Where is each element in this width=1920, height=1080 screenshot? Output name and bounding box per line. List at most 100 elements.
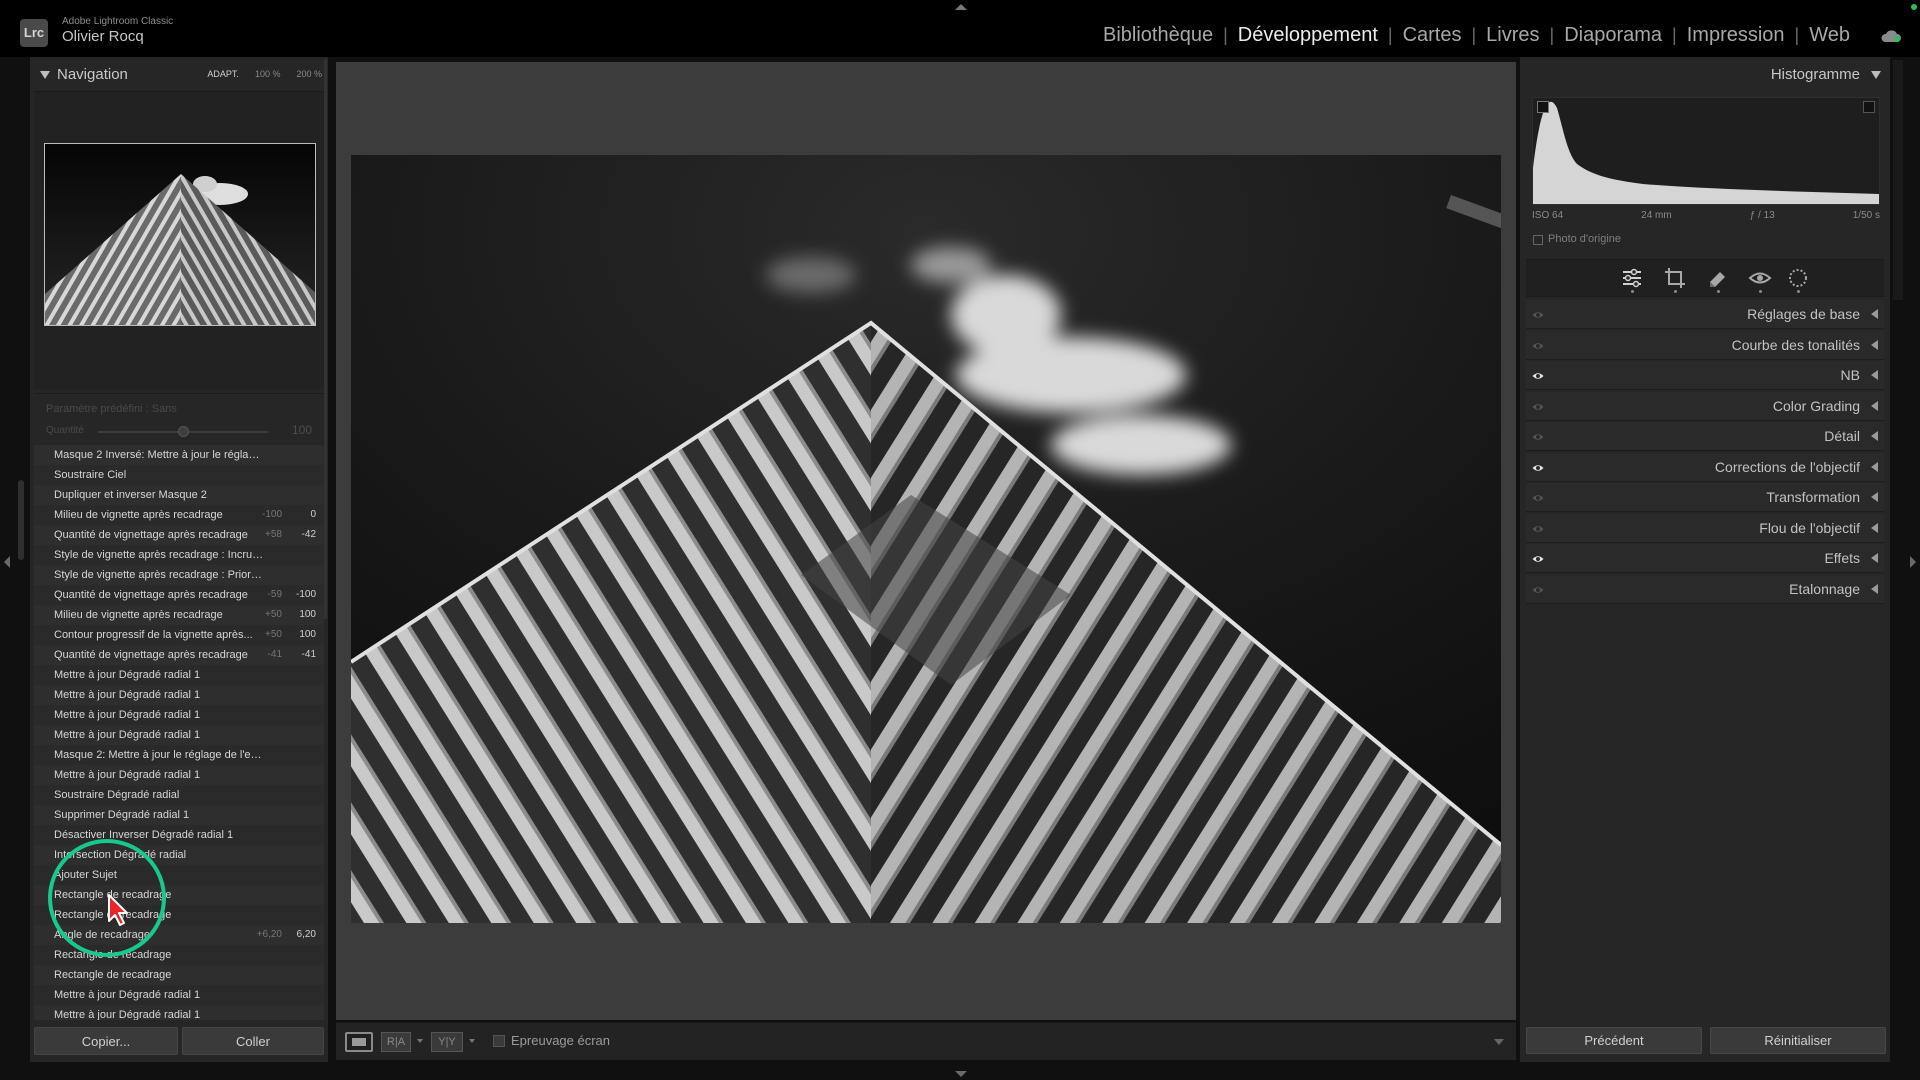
module-0[interactable]: Bibliothèque — [1093, 24, 1223, 47]
split-dropdown-icon[interactable] — [469, 1039, 475, 1043]
develop-panel-header[interactable]: Flou de l'objectif — [1526, 513, 1884, 543]
develop-panel-header[interactable]: Courbe des tonalités — [1526, 330, 1884, 360]
expand-triangle-icon[interactable] — [1871, 431, 1878, 441]
histogram-graph[interactable] — [1532, 97, 1880, 205]
history-item[interactable]: Soustraire Dégradé radial — [34, 785, 324, 805]
highlight-clipping-icon[interactable] — [1863, 101, 1875, 113]
develop-panel-header[interactable]: Etalonnage — [1526, 574, 1884, 604]
toolbar-content-dropdown-icon[interactable] — [1494, 1039, 1504, 1045]
history-item[interactable]: Style de vignette après recadrage : Incr… — [34, 545, 324, 565]
loupe-view-button[interactable] — [345, 1032, 373, 1052]
previous-button[interactable]: Précédent — [1526, 1027, 1702, 1054]
panel-visibility-eye-icon[interactable] — [1532, 309, 1544, 321]
history-item[interactable]: Mettre à jour Dégradé radial 1 — [34, 725, 324, 745]
expand-triangle-icon[interactable] — [1871, 309, 1878, 319]
history-item-label: Mettre à jour Dégradé radial 1 — [54, 1009, 201, 1020]
module-6[interactable]: Web — [1799, 24, 1860, 47]
collapse-triangle-icon[interactable] — [1871, 71, 1881, 79]
history-item[interactable]: Dupliquer et inverser Masque 2 — [34, 485, 324, 505]
develop-panel-header[interactable]: Détail — [1526, 422, 1884, 451]
main-photo[interactable] — [351, 155, 1501, 923]
shadow-clipping-icon[interactable] — [1537, 101, 1549, 113]
left-panel-toggle-icon[interactable] — [4, 556, 10, 568]
history-item[interactable]: Désactiver Inverser Dégradé radial 1 — [34, 825, 324, 845]
zoom-100-option[interactable]: 100 % — [255, 69, 281, 79]
panel-visibility-eye-icon[interactable] — [1532, 340, 1544, 352]
develop-panel-header[interactable]: Réglages de base — [1526, 300, 1884, 329]
history-item[interactable]: Masque 2: Mettre à jour le réglage de l'… — [34, 745, 324, 765]
panel-visibility-eye-icon[interactable] — [1532, 462, 1544, 474]
before-after-button[interactable]: R|A — [381, 1032, 411, 1052]
history-item[interactable]: Mettre à jour Dégradé radial 1 — [34, 765, 324, 785]
history-item[interactable]: Quantité de vignettage après recadrage -4… — [34, 645, 324, 665]
develop-panel-header[interactable]: NB — [1526, 361, 1884, 390]
history-item[interactable]: Milieu de vignette après recadrage -100 0 — [34, 505, 324, 525]
develop-panel-header[interactable]: Corrections de l'objectif — [1526, 452, 1884, 482]
history-item[interactable]: Milieu de vignette après recadrage +50 100 — [34, 605, 324, 625]
history-item[interactable]: Quantité de vignettage après recadrage +5… — [34, 525, 324, 545]
masking-icon[interactable] — [1786, 266, 1810, 290]
preset-amount-knob[interactable] — [178, 426, 189, 437]
history-item-label: Quantité de vignettage après recadrage — [54, 649, 248, 661]
soft-proof-checkbox[interactable] — [493, 1035, 505, 1047]
expand-triangle-icon[interactable] — [1871, 553, 1878, 563]
expand-triangle-icon[interactable] — [1871, 492, 1878, 502]
edit-sliders-icon[interactable] — [1620, 266, 1644, 290]
expand-triangle-icon[interactable] — [1871, 400, 1878, 411]
history-item[interactable]: Mettre à jour Dégradé radial 1 — [34, 665, 324, 685]
develop-panel-label: Courbe des tonalités — [1731, 336, 1860, 353]
panel-visibility-eye-icon[interactable] — [1532, 401, 1544, 413]
reset-button[interactable]: Réinitialiser — [1710, 1027, 1886, 1054]
paste-button[interactable]: Coller — [182, 1027, 324, 1055]
expand-triangle-icon[interactable] — [1871, 583, 1878, 594]
expand-triangle-icon[interactable] — [1871, 522, 1878, 533]
history-item[interactable]: Contour progressif de la vignette après.… — [34, 625, 324, 645]
module-3[interactable]: Livres — [1476, 24, 1549, 47]
before-after-split-button[interactable]: Y|Y — [431, 1032, 463, 1052]
history-item[interactable]: Mettre à jour Dégradé radial 1 — [34, 685, 324, 705]
expand-triangle-icon[interactable] — [1871, 370, 1878, 380]
navigator-header[interactable]: Navigation ADAPT. 100 % 200 % — [30, 57, 328, 91]
copy-button[interactable]: Copier... — [34, 1027, 178, 1055]
panel-visibility-eye-icon[interactable] — [1532, 370, 1544, 382]
panel-visibility-eye-icon[interactable] — [1532, 523, 1544, 535]
history-item[interactable]: Rectangle de recadrage — [34, 965, 324, 985]
before-after-dropdown-icon[interactable] — [417, 1039, 423, 1043]
history-item[interactable]: Soustraire Ciel — [34, 465, 324, 485]
module-5[interactable]: Impression — [1677, 24, 1795, 47]
expand-triangle-icon[interactable] — [1871, 339, 1878, 350]
module-4[interactable]: Diaporama — [1554, 24, 1672, 47]
cloud-sync-icon[interactable] — [1880, 29, 1902, 43]
zoom-fit-option[interactable]: ADAPT. — [207, 69, 239, 79]
history-item[interactable]: Masque 2 Inversé: Mettre à jour le régla… — [34, 445, 324, 465]
history-item[interactable]: Mettre à jour Dégradé radial 1 — [34, 985, 324, 1005]
history-item[interactable]: Mettre à jour Dégradé radial 1 — [34, 1005, 324, 1020]
panel-toggle-bottom-icon[interactable] — [955, 1071, 967, 1077]
develop-panel-header[interactable]: Color Grading — [1526, 391, 1884, 421]
module-1[interactable]: Développement — [1228, 24, 1388, 47]
healing-icon[interactable] — [1706, 266, 1730, 290]
navigator-thumbnail[interactable] — [44, 143, 316, 326]
develop-panel-header[interactable]: Effets — [1526, 544, 1884, 573]
history-item[interactable]: Style de vignette après recadrage : Prio… — [34, 565, 324, 585]
panel-visibility-eye-icon[interactable] — [1532, 492, 1544, 504]
collapse-triangle-icon[interactable] — [40, 71, 50, 79]
panel-visibility-eye-icon[interactable] — [1532, 584, 1544, 596]
panel-toggle-top-icon[interactable] — [955, 4, 967, 10]
crop-icon[interactable] — [1663, 266, 1687, 290]
history-item[interactable]: Quantité de vignettage après recadrage -5… — [34, 585, 324, 605]
left-panel-scrollbar[interactable] — [18, 480, 24, 560]
right-panel-scrollbar[interactable] — [1893, 60, 1903, 300]
module-2[interactable]: Cartes — [1393, 24, 1472, 47]
panel-visibility-eye-icon[interactable] — [1532, 431, 1544, 443]
expand-triangle-icon[interactable] — [1871, 461, 1878, 472]
original-photo-checkbox[interactable] — [1533, 235, 1543, 245]
zoom-200-option[interactable]: 200 % — [296, 69, 322, 79]
history-scrollbar[interactable] — [324, 59, 327, 619]
panel-visibility-eye-icon[interactable] — [1532, 553, 1544, 565]
history-item[interactable]: Supprimer Dégradé radial 1 — [34, 805, 324, 825]
develop-panel-header[interactable]: Transformation — [1526, 483, 1884, 512]
red-eye-icon[interactable] — [1748, 266, 1772, 290]
right-panel-toggle-icon[interactable] — [1910, 556, 1916, 568]
history-item[interactable]: Mettre à jour Dégradé radial 1 — [34, 705, 324, 725]
